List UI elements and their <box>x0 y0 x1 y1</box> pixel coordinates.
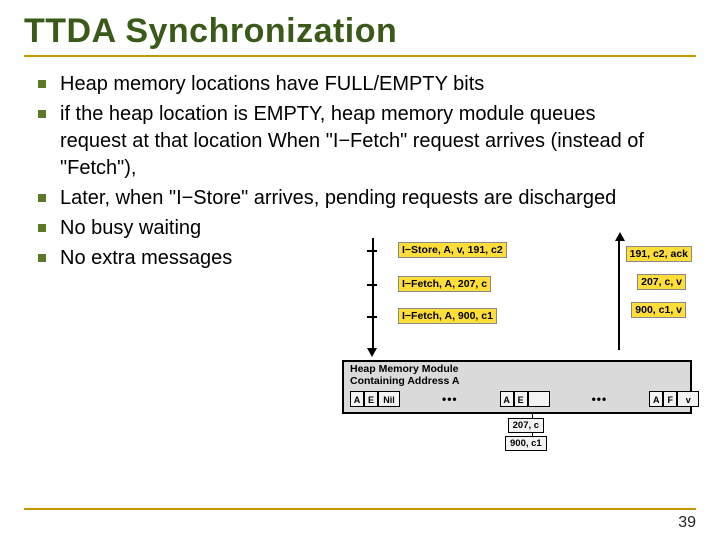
footer-rule <box>24 508 696 510</box>
arrow-tick <box>367 316 377 318</box>
slot-address: A <box>649 391 663 407</box>
title-rule <box>24 55 696 57</box>
right-label-value: 207, c, v <box>637 274 686 290</box>
slot-value <box>528 391 550 407</box>
left-label-ifetch: I−Fetch, A, 207, c <box>398 276 491 292</box>
slot-value: Nil <box>378 391 400 407</box>
right-label-ack: 191, c2, ack <box>626 246 692 262</box>
page-number: 39 <box>678 514 696 532</box>
bullet-item: Later, when "I−Store" arrives, pending r… <box>60 185 664 212</box>
left-label-ifetch: I−Fetch, A, 900, c1 <box>398 308 497 324</box>
bullet-item: Heap memory locations have FULL/EMPTY bi… <box>60 71 664 98</box>
slot-group: A E Nil <box>350 391 400 407</box>
arrow-down-line <box>372 238 374 350</box>
slot-state: E <box>514 391 528 407</box>
slide-title: TTDA Synchronization <box>24 12 696 51</box>
right-label-value: 900, c1, v <box>631 302 686 318</box>
pending-request-box: 207, c <box>508 418 544 433</box>
heap-memory-module-box: Heap Memory Module Containing Address A … <box>342 360 692 414</box>
bullet-item: if the heap location is EMPTY, heap memo… <box>60 101 664 182</box>
heap-diagram: I−Store, A, v, 191, c2 I−Fetch, A, 207, … <box>342 232 692 452</box>
left-label-istore: I−Store, A, v, 191, c2 <box>398 242 507 258</box>
dots-icon: ••• <box>592 393 608 406</box>
slot-state: F <box>663 391 677 407</box>
pending-queue: 207, c 900, c1 <box>505 418 547 451</box>
slot-group: A E <box>500 391 550 407</box>
hmm-label-line2: Containing Address A <box>350 376 684 388</box>
arrow-tick <box>367 250 377 252</box>
arrow-tick <box>367 284 377 286</box>
slot-address: A <box>350 391 364 407</box>
dots-icon: ••• <box>442 393 458 406</box>
arrow-down-head-icon <box>367 348 377 357</box>
pending-request-box: 900, c1 <box>505 436 547 451</box>
hmm-label-line1: Heap Memory Module <box>350 364 684 376</box>
arrow-up-line <box>618 238 620 350</box>
slot-value: v <box>677 391 699 407</box>
slot-address: A <box>500 391 514 407</box>
arrow-up-head-icon <box>615 232 625 241</box>
slot-group: A F v <box>649 391 699 407</box>
slot-state: E <box>364 391 378 407</box>
